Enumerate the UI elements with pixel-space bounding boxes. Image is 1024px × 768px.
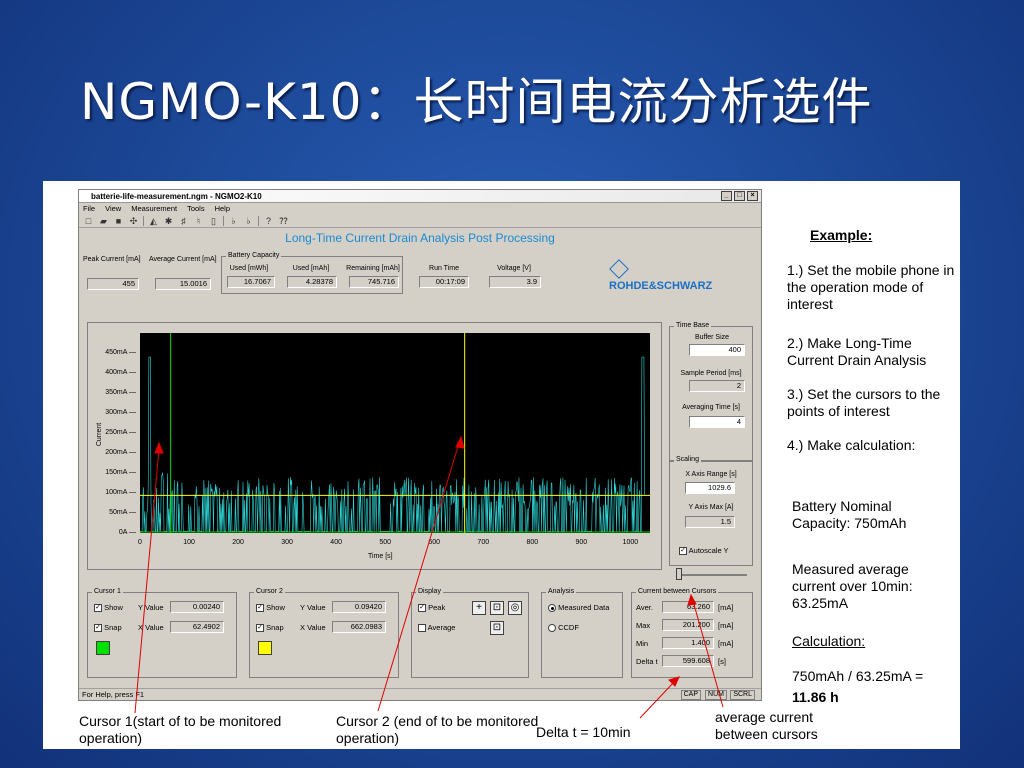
average-arrow [692,600,724,708]
cursor2-caption: Cursor 2 (end of to be monitored operati… [336,713,539,746]
cursor2-arrowhead [455,435,465,449]
cursor1-arrow [134,448,160,714]
slide-title: NGMO-K10：长时间电流分析选件 [80,73,873,131]
delta-caption: Delta t = 10min [536,724,631,740]
average-arrowhead [687,593,697,606]
average-caption: average current between cursors [715,709,818,742]
cursor1-caption: Cursor 1(start of to be monitored operat… [79,713,282,746]
cursor2-arrow [377,442,460,712]
annotation-arrows [134,435,724,719]
cursor1-arrowhead [154,441,164,454]
delta-arrowhead [668,676,680,687]
content-canvas: batterie-life-measurement.ngm - NGMO2-K1… [43,181,960,749]
delta-arrow [639,680,676,719]
